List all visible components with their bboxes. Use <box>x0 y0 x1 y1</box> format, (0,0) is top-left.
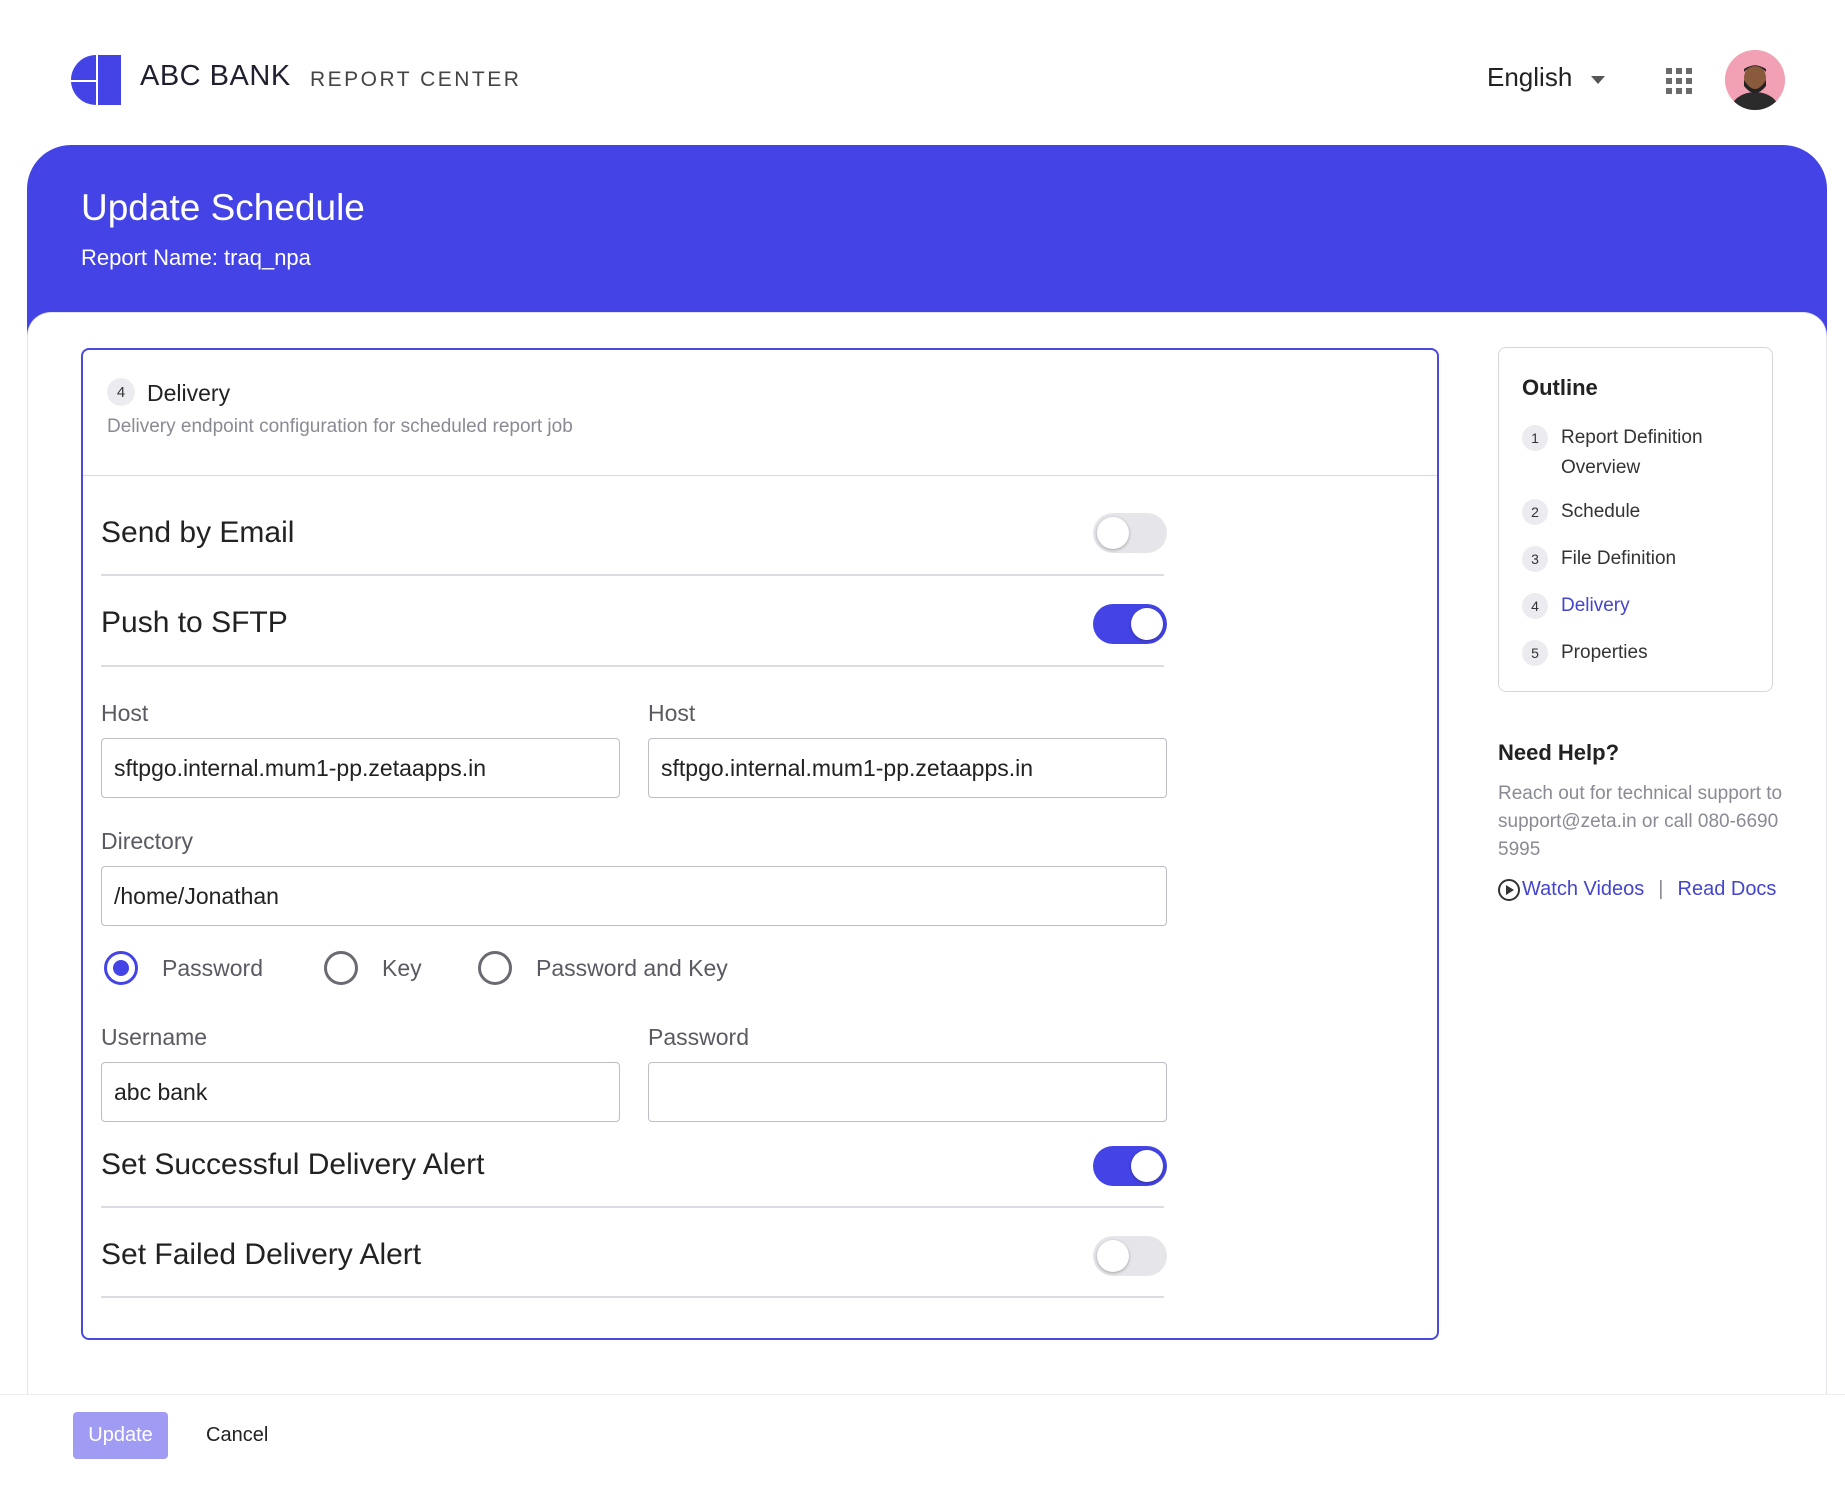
outline-label: Report Definition Overview <box>1561 427 1703 478</box>
page-title: Update Schedule <box>81 187 365 228</box>
play-circle-icon[interactable] <box>1498 878 1520 901</box>
outline-number: 2 <box>1522 499 1548 525</box>
success-alert-toggle[interactable] <box>1093 1146 1167 1186</box>
password-input[interactable] <box>648 1062 1167 1122</box>
brand-name: ABC BANK <box>140 60 291 92</box>
outline-label: Properties <box>1561 642 1648 663</box>
directory-label: Directory <box>101 828 194 854</box>
failed-alert-toggle[interactable] <box>1093 1236 1167 1276</box>
divider <box>101 574 1164 576</box>
step-number: 4 <box>107 378 135 406</box>
host-input[interactable]: sftpgo.internal.mum1-pp.zetaapps.in <box>101 738 620 798</box>
watch-videos-link[interactable]: Watch Videos <box>1522 878 1644 901</box>
help-links: Watch Videos | Read Docs <box>1498 878 1776 901</box>
username-input[interactable]: abc bank <box>101 1062 620 1122</box>
push-to-sftp-label: Push to SFTP <box>101 606 288 639</box>
card-title: Delivery <box>147 380 231 406</box>
help-title: Need Help? <box>1498 740 1620 765</box>
radio-label: Key <box>382 954 422 981</box>
radio-label: Password and Key <box>536 954 728 981</box>
outline-panel: Outline 1 Report Definition Overview 2 S… <box>1498 347 1773 692</box>
radio-label: Password <box>162 954 263 981</box>
auth-radio-password[interactable]: Password <box>104 951 263 985</box>
avatar[interactable] <box>1725 50 1785 110</box>
outline-number: 3 <box>1522 546 1548 572</box>
link-separator: | <box>1658 878 1664 900</box>
send-by-email-toggle[interactable] <box>1093 513 1167 553</box>
host-label-2: Host <box>648 700 696 726</box>
card-header: 4 Delivery Delivery endpoint configurati… <box>83 350 1437 476</box>
language-selector[interactable]: English <box>1487 62 1572 93</box>
top-bar: ABC BANK REPORT CENTER English <box>0 0 1845 145</box>
divider <box>101 665 1164 667</box>
outline-item-file-definition[interactable]: 3 File Definition <box>1522 544 1761 574</box>
host-input-2[interactable]: sftpgo.internal.mum1-pp.zetaapps.in <box>648 738 1167 798</box>
auth-radio-key[interactable]: Key <box>324 951 422 985</box>
read-docs-link[interactable]: Read Docs <box>1678 878 1777 901</box>
outline-item-delivery[interactable]: 4 Delivery <box>1522 591 1761 621</box>
outline-item-schedule[interactable]: 2 Schedule <box>1522 497 1761 527</box>
failed-alert-label: Set Failed Delivery Alert <box>101 1238 422 1271</box>
directory-input[interactable]: /home/Jonathan <box>101 866 1167 926</box>
apps-grid-icon[interactable] <box>1666 68 1692 94</box>
card-description: Delivery endpoint configuration for sche… <box>107 416 573 437</box>
success-alert-label: Set Successful Delivery Alert <box>101 1148 485 1181</box>
outline-label: Schedule <box>1561 501 1641 522</box>
push-to-sftp-toggle[interactable] <box>1093 604 1167 644</box>
cancel-button[interactable]: Cancel <box>196 1412 278 1459</box>
divider <box>101 1296 1164 1298</box>
section-name: REPORT CENTER <box>310 68 522 91</box>
report-name: Report Name: traq_npa <box>81 245 311 270</box>
delivery-card: 4 Delivery Delivery endpoint configurati… <box>81 348 1439 1340</box>
send-by-email-label: Send by Email <box>101 516 295 549</box>
outline-item-report-definition[interactable]: 1 Report Definition Overview <box>1522 423 1761 483</box>
username-label: Username <box>101 1024 208 1050</box>
bank-logo-icon <box>71 55 121 105</box>
outline-number: 5 <box>1522 640 1548 666</box>
host-label: Host <box>101 700 149 726</box>
chevron-down-icon[interactable] <box>1591 76 1605 84</box>
outline-number: 1 <box>1522 425 1548 451</box>
help-text: Reach out for technical support to suppo… <box>1498 783 1783 860</box>
password-label: Password <box>648 1024 749 1050</box>
divider <box>101 1206 1164 1208</box>
outline-label: Delivery <box>1561 595 1630 616</box>
auth-radio-password-and-key[interactable]: Password and Key <box>478 951 728 985</box>
outline-number: 4 <box>1522 593 1548 619</box>
outline-label: File Definition <box>1561 548 1677 569</box>
update-button[interactable]: Update <box>73 1412 168 1459</box>
outline-title: Outline <box>1522 375 1598 400</box>
outline-item-properties[interactable]: 5 Properties <box>1522 638 1761 668</box>
